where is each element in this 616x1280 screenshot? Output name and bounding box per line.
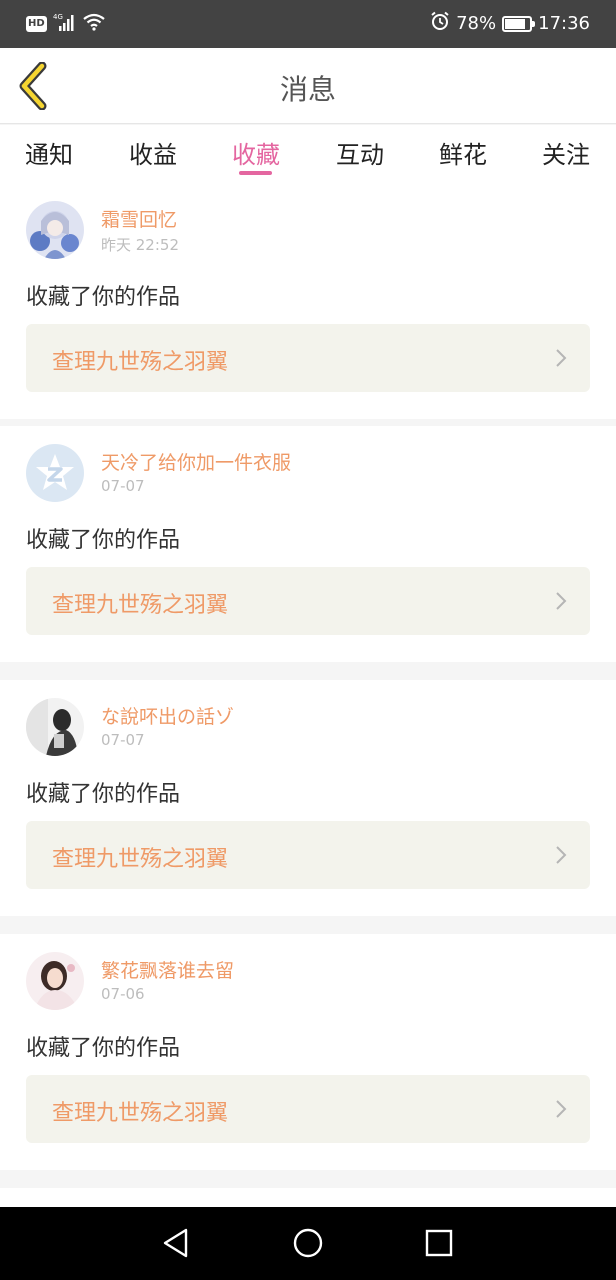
work-title: 查理九世殇之羽翼 xyxy=(52,350,229,375)
tab-interactions[interactable]: 互动 xyxy=(336,135,384,170)
work-link[interactable]: 查理九世殇之羽翼 xyxy=(26,567,590,635)
avatar[interactable] xyxy=(26,698,84,756)
timestamp: 07-06 xyxy=(101,985,145,1003)
list-item xyxy=(0,1188,616,1207)
home-circle-icon[interactable] xyxy=(292,1227,324,1259)
wifi-icon xyxy=(82,13,105,35)
hd-badge: HD xyxy=(26,16,47,32)
work-link[interactable]: 查理九世殇之羽翼 xyxy=(26,324,590,392)
back-triangle-icon[interactable] xyxy=(161,1227,191,1259)
avatar[interactable] xyxy=(26,952,84,1010)
tab-bar: 通知 收益 收藏 互动 鲜花 关注 xyxy=(0,125,616,183)
user-name[interactable]: 繁花飘落谁去留 xyxy=(101,956,234,983)
work-title: 查理九世殇之羽翼 xyxy=(52,1101,229,1126)
list-item: 天冷了给你加一件衣服 07-07 收藏了你的作品 查理九世殇之羽翼 xyxy=(0,426,616,662)
chevron-right-icon xyxy=(556,349,567,367)
list-item: 繁花飘落谁去留 07-06 收藏了你的作品 查理九世殇之羽翼 xyxy=(0,934,616,1170)
timestamp: 昨天 22:52 xyxy=(101,236,179,254)
action-text: 收藏了你的作品 xyxy=(26,1036,181,1061)
page-title: 消息 xyxy=(279,73,336,106)
work-link[interactable]: 查理九世殇之羽翼 xyxy=(26,821,590,889)
tab-flowers[interactable]: 鲜花 xyxy=(439,135,487,170)
list-item: 霜雪回忆 昨天 22:52 收藏了你的作品 查理九世殇之羽翼 xyxy=(0,183,616,419)
list-item: な說吥出の話ゾ 07-07 收藏了你的作品 查理九世殇之羽翼 xyxy=(0,680,616,916)
chevron-right-icon xyxy=(556,1100,567,1118)
title-bar: 消息 xyxy=(0,48,616,124)
action-text: 收藏了你的作品 xyxy=(26,285,181,310)
chevron-right-icon xyxy=(556,592,567,610)
action-text: 收藏了你的作品 xyxy=(26,782,181,807)
clock: 17:36 xyxy=(538,13,590,34)
work-link[interactable]: 查理九世殇之羽翼 xyxy=(26,1075,590,1143)
timestamp: 07-07 xyxy=(101,731,145,749)
system-nav-bar xyxy=(0,1207,616,1280)
tab-follows[interactable]: 关注 xyxy=(542,135,590,170)
avatar[interactable] xyxy=(26,444,84,502)
recents-square-icon[interactable] xyxy=(424,1227,454,1259)
battery-percent: 78% xyxy=(456,13,497,34)
user-name[interactable]: 天冷了给你加一件衣服 xyxy=(101,448,291,475)
tab-favorites[interactable]: 收藏 xyxy=(232,135,280,170)
signal-icon: 4G xyxy=(53,12,77,36)
app-screen: HD 4G 78% 17:36 消息 通知 收益 收藏 互动 鲜花 关注 霜雪回… xyxy=(0,0,616,1280)
active-tab-indicator xyxy=(239,171,272,175)
tab-notifications[interactable]: 通知 xyxy=(25,135,73,170)
svg-text:4G: 4G xyxy=(53,13,63,21)
user-name[interactable]: な說吥出の話ゾ xyxy=(101,702,234,729)
alarm-icon xyxy=(430,11,450,36)
work-title: 查理九世殇之羽翼 xyxy=(52,593,229,618)
status-bar: HD 4G 78% 17:36 xyxy=(0,0,616,48)
timestamp: 07-07 xyxy=(101,477,145,495)
user-name[interactable]: 霜雪回忆 xyxy=(101,205,177,232)
action-text: 收藏了你的作品 xyxy=(26,528,181,553)
avatar[interactable] xyxy=(26,201,84,259)
chevron-right-icon xyxy=(556,846,567,864)
tab-earnings[interactable]: 收益 xyxy=(129,135,177,170)
battery-icon xyxy=(502,15,536,32)
work-title: 查理九世殇之羽翼 xyxy=(52,847,229,872)
